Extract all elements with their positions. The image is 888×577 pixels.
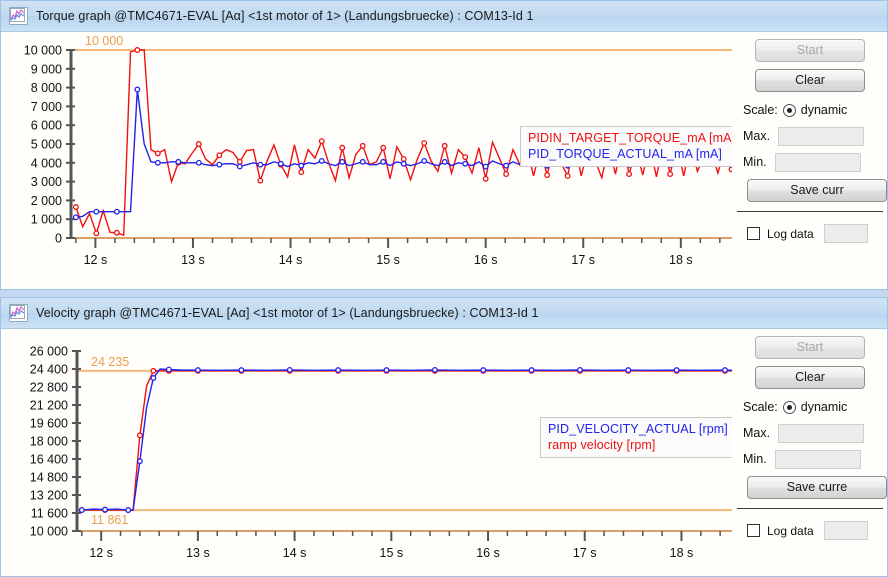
chart-icon [9, 304, 28, 322]
controls-divider [737, 508, 883, 509]
log-data-label: Log data [767, 523, 814, 538]
max-input[interactable] [778, 423, 865, 443]
svg-text:10 000: 10 000 [85, 34, 123, 48]
log-data-checkbox[interactable] [747, 524, 760, 537]
svg-text:14 800: 14 800 [30, 471, 68, 485]
velocity-graph-window: Velocity graph @TMC4671-EVAL [Aα] <1st m… [0, 297, 888, 577]
torque-plot-pane[interactable]: 0 1 000 2 000 3 000 4 000 5 000 6 000 7 000 8 00… [1, 32, 732, 289]
svg-text:18 s: 18 s [670, 546, 694, 560]
svg-text:16 400: 16 400 [30, 453, 68, 467]
svg-text:13 200: 13 200 [30, 489, 68, 503]
svg-text:6 000: 6 000 [31, 119, 62, 133]
scale-dynamic-radio[interactable] [782, 400, 796, 414]
svg-text:24 400: 24 400 [30, 363, 68, 377]
svg-text:12 s: 12 s [89, 546, 113, 560]
velocity-window-title: Velocity graph @TMC4671-EVAL [Aα] <1st m… [36, 306, 539, 320]
torque-legend: PIDIN_TARGET_TORQUE_mA [mA] PID_TORQUE_A… [520, 126, 732, 167]
svg-text:5 000: 5 000 [31, 138, 62, 152]
svg-text:19 600: 19 600 [30, 417, 68, 431]
min-row: Min. [733, 151, 887, 173]
svg-text:13 s: 13 s [186, 546, 210, 560]
svg-text:15 s: 15 s [380, 546, 404, 560]
svg-text:12 s: 12 s [84, 253, 108, 267]
svg-text:14 s: 14 s [283, 546, 307, 560]
max-row: Max. [733, 422, 887, 444]
velocity-legend: PID_VELOCITY_ACTUAL [rpm] ramp velocity … [540, 417, 732, 458]
log-data-input[interactable] [823, 224, 868, 243]
log-data-label: Log data [767, 226, 814, 241]
log-data-row: Log data [733, 224, 887, 243]
start-button[interactable]: Start [755, 39, 865, 62]
svg-text:1 000: 1 000 [31, 213, 62, 227]
torque-controls-pane: Start Clear Scale: dynamic Max. Min. Sav… [732, 32, 887, 289]
svg-text:26 000: 26 000 [30, 345, 68, 359]
legend-item-actual-torque: PID_TORQUE_ACTUAL_mA [mA] [528, 147, 722, 161]
clear-button[interactable]: Clear [755, 366, 865, 389]
velocity-window-titlebar[interactable]: Velocity graph @TMC4671-EVAL [Aα] <1st m… [1, 298, 887, 329]
svg-text:11 600: 11 600 [31, 507, 68, 521]
svg-text:10 000: 10 000 [30, 525, 68, 539]
min-row: Min. [733, 448, 887, 470]
legend-item-ramp-velocity: ramp velocity [rpm] [548, 438, 656, 452]
max-row: Max. [733, 125, 887, 147]
scale-dynamic-radio[interactable] [782, 103, 796, 117]
scale-dynamic-label: dynamic [800, 400, 848, 414]
log-data-row: Log data [733, 521, 887, 540]
svg-text:0: 0 [55, 232, 62, 246]
torque-graph-window: Torque graph @TMC4671-EVAL [Aα] <1st mot… [0, 0, 888, 290]
velocity-controls-pane: Start Clear Scale: dynamic Max. Min. Sav… [732, 329, 887, 576]
velocity-plot-pane[interactable]: 10 000 11 600 13 200 14 800 16 400 18 000 19 6… [1, 329, 732, 576]
svg-text:13 s: 13 s [181, 253, 205, 267]
max-label: Max. [743, 426, 771, 440]
min-input[interactable] [774, 152, 861, 172]
svg-text:21 200: 21 200 [30, 399, 68, 413]
min-label: Min. [743, 452, 767, 466]
min-input[interactable] [774, 449, 861, 469]
svg-text:9 000: 9 000 [31, 62, 62, 76]
scale-dynamic-label: dynamic [800, 103, 848, 117]
svg-text:17 s: 17 s [573, 546, 597, 560]
start-button[interactable]: Start [755, 336, 865, 359]
log-data-input[interactable] [823, 521, 868, 540]
save-current-button[interactable]: Save curre [747, 476, 887, 499]
svg-text:8 000: 8 000 [31, 81, 62, 95]
svg-text:18 s: 18 s [669, 253, 693, 267]
scale-row: Scale: dynamic [733, 396, 887, 418]
scale-label: Scale: [743, 400, 778, 414]
svg-text:16 s: 16 s [476, 546, 500, 560]
svg-text:10 000: 10 000 [24, 44, 62, 58]
svg-text:15 s: 15 s [376, 253, 400, 267]
min-label: Min. [743, 155, 767, 169]
svg-text:11 861: 11 861 [91, 513, 128, 527]
scale-label: Scale: [743, 103, 778, 117]
max-label: Max. [743, 129, 771, 143]
torque-window-body: 0 1 000 2 000 3 000 4 000 5 000 6 000 7 000 8 00… [1, 32, 887, 289]
log-data-checkbox[interactable] [747, 227, 760, 240]
chart-icon [9, 7, 28, 25]
clear-button[interactable]: Clear [755, 69, 865, 92]
svg-text:22 800: 22 800 [30, 381, 68, 395]
torque-window-title: Torque graph @TMC4671-EVAL [Aα] <1st mot… [36, 9, 534, 23]
svg-text:7 000: 7 000 [31, 100, 62, 114]
max-input[interactable] [778, 126, 865, 146]
legend-item-target-torque: PIDIN_TARGET_TORQUE_mA [mA] [528, 131, 732, 145]
svg-text:16 s: 16 s [474, 253, 498, 267]
legend-item-actual-velocity: PID_VELOCITY_ACTUAL [rpm] [548, 422, 728, 436]
scale-row: Scale: dynamic [733, 99, 887, 121]
svg-text:24 235: 24 235 [91, 355, 129, 369]
svg-text:4 000: 4 000 [31, 156, 62, 170]
svg-text:18 000: 18 000 [30, 435, 68, 449]
svg-text:2 000: 2 000 [31, 194, 62, 208]
svg-text:14 s: 14 s [279, 253, 303, 267]
velocity-window-body: 10 000 11 600 13 200 14 800 16 400 18 000 19 6… [1, 329, 887, 576]
svg-text:3 000: 3 000 [31, 175, 62, 189]
svg-text:17 s: 17 s [571, 253, 595, 267]
controls-divider [737, 211, 883, 212]
save-current-button[interactable]: Save curr [747, 179, 887, 202]
torque-window-titlebar[interactable]: Torque graph @TMC4671-EVAL [Aα] <1st mot… [1, 1, 887, 32]
